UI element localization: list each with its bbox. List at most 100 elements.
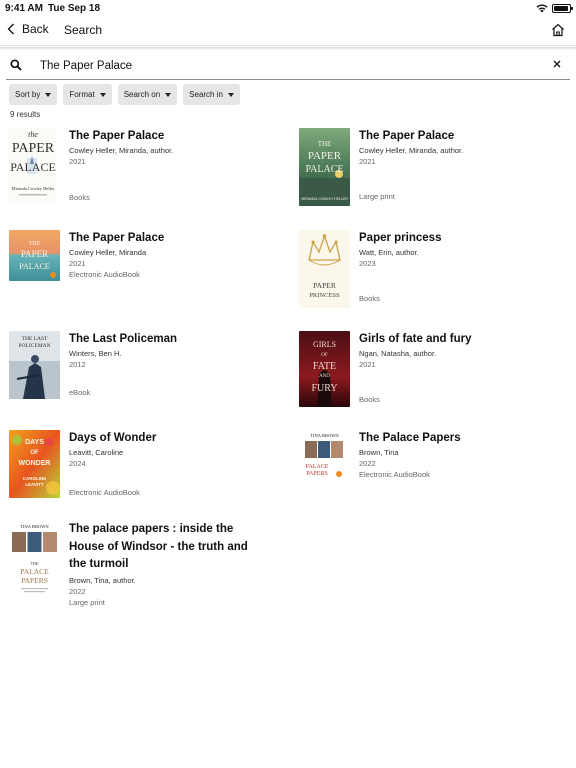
header-divider <box>0 47 576 50</box>
result-format: Large print <box>359 192 395 201</box>
cover-text: TINA BROWN <box>310 433 339 438</box>
result-author: Brown, Tina, author. <box>69 575 136 585</box>
book-cover: TINA BROWN PALACE PAPERS <box>299 430 350 481</box>
result-format: eBook <box>69 388 91 397</box>
result-title[interactable]: The Last Policeman <box>69 331 269 347</box>
cover-text: THE LAST <box>22 336 48 342</box>
result-author: Cowley Heller, Miranda, author. <box>69 146 174 155</box>
cover-text: PAPER <box>308 150 342 162</box>
cover-text: MIRANDA COWLEY HELLER <box>301 197 348 201</box>
filter-bar: Sort by Format Search on Search in <box>9 84 240 105</box>
cover-text: the <box>28 130 38 139</box>
book-cover: THE PAPER PALACE MIRANDA COWLEY HELLER <box>299 128 350 206</box>
book-cover: TINA BROWN THE PALACE PAPERS <box>9 521 60 599</box>
result-title[interactable]: Paper princess <box>359 230 559 246</box>
status-time: 9:41 AM <box>5 3 43 14</box>
cover-text: OF <box>321 353 328 358</box>
caret-down-icon <box>165 92 172 97</box>
close-icon[interactable] <box>552 59 562 69</box>
result-year: 2022 <box>69 586 86 596</box>
result-author: Winters, Ben H. <box>69 349 122 358</box>
cover-text: FURY <box>311 383 337 394</box>
result-format: Electronic AudioBook <box>69 488 140 497</box>
cover-text: PALACE <box>20 567 49 576</box>
result-year: 2012 <box>69 360 86 369</box>
cover-text: PAPER <box>21 249 48 259</box>
cover-text: Miranda Cowley Heller <box>12 186 55 191</box>
caret-down-icon <box>45 92 52 97</box>
cover-text: FATE <box>313 361 336 372</box>
search-bar <box>6 54 570 80</box>
cover-text: PALACE <box>19 262 49 271</box>
cover-text: PALACE <box>306 164 344 175</box>
result-author: Cowley Heller, Miranda <box>69 248 147 257</box>
cover-text: THE <box>29 241 41 247</box>
cover-text: DAYS <box>25 439 44 446</box>
cover-text: WONDER <box>19 460 51 467</box>
result-title[interactable]: The palace papers : inside the House of … <box>69 521 259 574</box>
book-cover: GIRLS OF FATE AND FURY <box>299 331 350 407</box>
back-button[interactable]: Back <box>7 22 49 36</box>
result-format: Electronic AudioBook <box>69 270 140 279</box>
cover-text: THE <box>318 140 332 148</box>
result-year: 2021 <box>69 259 86 268</box>
search-on-button[interactable]: Search on <box>117 84 178 105</box>
result-title[interactable]: Days of Wonder <box>69 430 269 446</box>
search-in-button[interactable]: Search in <box>183 84 240 105</box>
result-format: Electronic AudioBook <box>359 470 430 479</box>
book-cover: THE PAPER PALACE <box>9 230 60 281</box>
book-cover: PAPER PRINCESS <box>299 230 350 308</box>
result-format: Books <box>359 294 380 303</box>
result-format: Large print <box>69 597 105 607</box>
format-button[interactable]: Format <box>63 84 112 105</box>
cover-text: PAPER <box>313 281 336 290</box>
results-count: 9 results <box>10 110 41 119</box>
page-title: Search <box>64 23 103 37</box>
search-input[interactable] <box>40 57 540 75</box>
search-icon <box>10 59 22 71</box>
status-bar: 9:41 AM Tue Sep 18 <box>0 0 576 16</box>
book-cover: THE LAST POLICEMAN <box>9 331 60 399</box>
battery-icon <box>552 4 573 13</box>
result-title[interactable]: The Paper Palace <box>69 230 269 246</box>
result-author: Brown, Tina <box>359 448 399 457</box>
cover-text: PRINCESS <box>309 292 340 299</box>
format-label: Format <box>69 90 95 99</box>
result-format: Books <box>359 395 380 404</box>
cover-text: THE <box>31 561 39 566</box>
result-title[interactable]: The Paper Palace <box>359 128 559 144</box>
search-in-label: Search in <box>189 90 223 99</box>
result-year: 2023 <box>359 259 376 268</box>
sort-by-button[interactable]: Sort by <box>9 84 58 105</box>
back-label: Back <box>22 22 49 36</box>
result-author: Cowley Heller, Miranda, author. <box>359 146 464 155</box>
cover-text: PALACE <box>306 464 329 470</box>
cover-text: LEAVITT <box>25 482 44 487</box>
result-year: 2021 <box>359 157 376 166</box>
wifi-icon <box>536 4 548 13</box>
chevron-left-icon <box>7 23 14 35</box>
result-title[interactable]: The Palace Papers <box>359 430 559 446</box>
nav-bar: Back Search <box>0 16 576 46</box>
cover-text: PAPERS <box>306 471 327 477</box>
result-author: Leavitt, Caroline <box>69 448 124 457</box>
result-title[interactable]: Girls of fate and fury <box>359 331 559 347</box>
result-title[interactable]: The Paper Palace <box>69 128 269 144</box>
cover-text: PAPERS <box>21 576 48 585</box>
search-on-label: Search on <box>123 90 161 99</box>
result-year: 2022 <box>359 459 376 468</box>
result-year: 2021 <box>359 360 376 369</box>
result-author: Ngan, Natasha, author. <box>359 349 437 358</box>
cover-text: TINA BROWN <box>20 524 49 529</box>
cover-text: PALACE <box>10 160 56 174</box>
cover-text: POLICEMAN <box>18 343 50 349</box>
book-cover: DAYS OF WONDER CAROLINE LEAVITT <box>9 430 60 498</box>
book-cover: the PAPER PALACE Miranda Cowley Heller <box>9 128 57 204</box>
cover-text: GIRLS <box>313 340 336 349</box>
cover-text: PAPER <box>12 141 55 156</box>
caret-down-icon <box>99 92 106 97</box>
status-date: Tue Sep 18 <box>48 3 101 14</box>
result-format: Books <box>69 193 90 202</box>
home-icon[interactable] <box>551 23 565 37</box>
caret-down-icon <box>227 92 234 97</box>
